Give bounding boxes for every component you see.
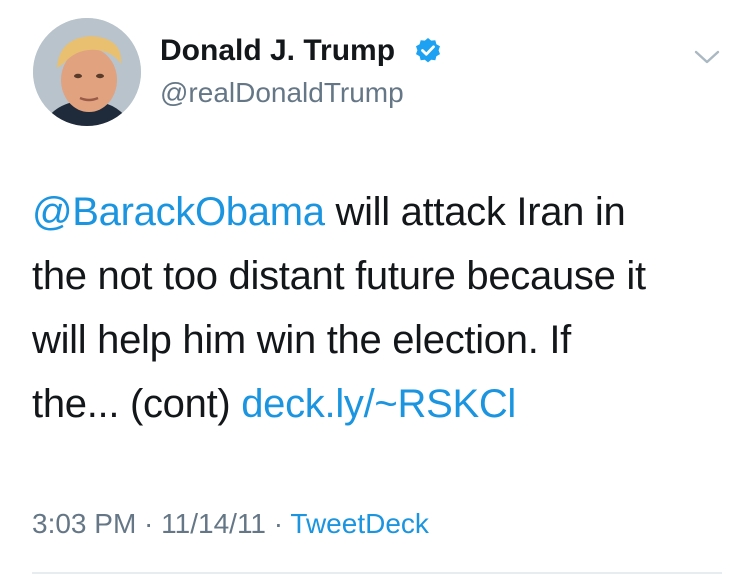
divider [32, 572, 722, 574]
tweet-text-line-2: the not too distant future because it [32, 254, 646, 298]
avatar[interactable] [33, 18, 141, 126]
user-handle[interactable]: @realDonaldTrump [160, 76, 404, 110]
tweet-source-link[interactable]: TweetDeck [290, 508, 429, 539]
tweet-time[interactable]: 3:03 PM [32, 508, 136, 539]
tweet-text: @BarackObama will attack Iran in the not… [32, 180, 732, 436]
tweet-date[interactable]: 11/14/11 [161, 508, 266, 539]
display-name[interactable]: Donald J. Trump [160, 33, 395, 69]
tweet-text-line-4: the... (cont) [32, 382, 242, 426]
meta-separator: · [266, 508, 291, 539]
tweet-text-line-1: will attack Iran in [324, 190, 626, 234]
tweet-metadata: 3:03 PM · 11/14/11 · TweetDeck [32, 506, 429, 542]
chevron-down-icon[interactable] [692, 46, 722, 68]
tweet-card: Donald J. Trump @realDonaldTrump @Barack… [0, 0, 750, 575]
verified-badge-icon [416, 38, 440, 63]
mention-link[interactable]: @BarackObama [32, 190, 325, 234]
meta-separator: · [136, 508, 162, 539]
tweet-text-line-3: will help him win the election. If [32, 318, 571, 362]
profile-photo-icon [33, 18, 141, 126]
tweet-url-link[interactable]: deck.ly/~RSKCl [241, 382, 516, 426]
